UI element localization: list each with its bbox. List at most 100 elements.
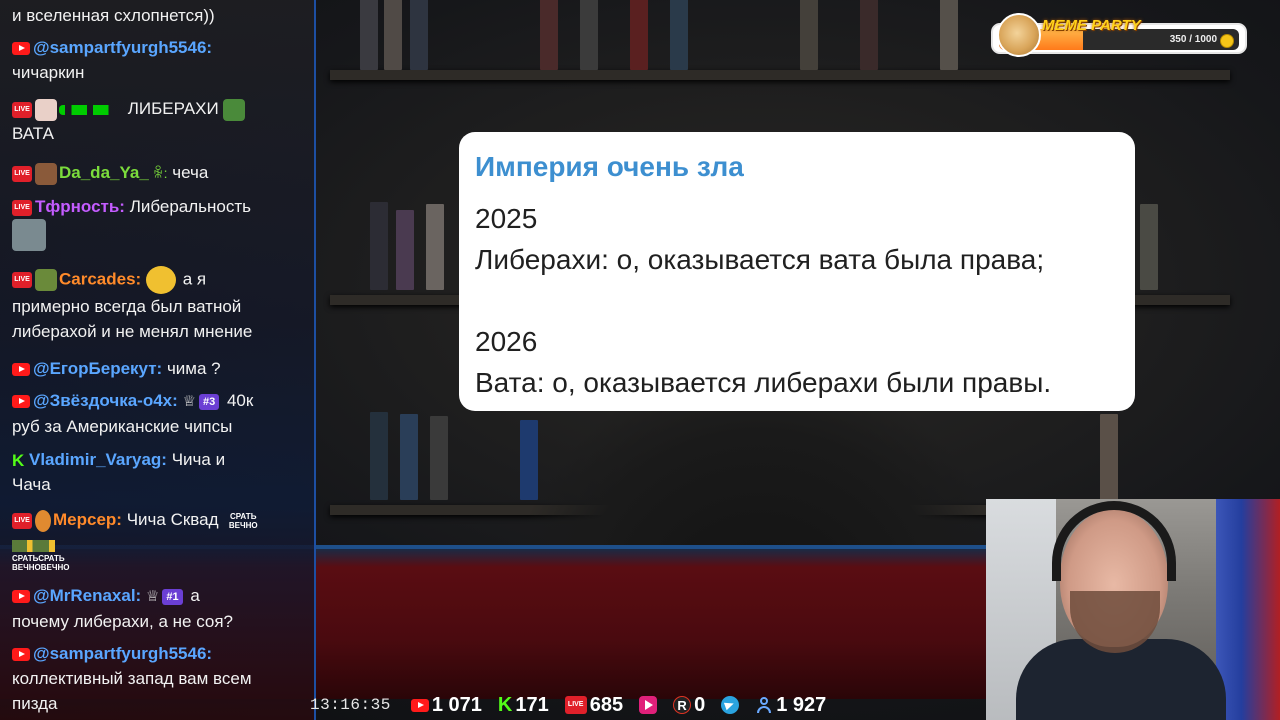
telegram-icon [721, 696, 740, 714]
chat-message: @sampartfyurgh5546: коллективный запад в… [12, 641, 308, 716]
user-icon [755, 696, 773, 714]
stat-kick: K 171 [498, 694, 549, 717]
chat-nick[interactable]: Vladimir_Varyag: [29, 450, 167, 469]
chat-message: LIVE ЛИБЕРАХИ ВАТА [12, 96, 308, 146]
chat-message-text: Чача [12, 475, 51, 494]
emote-icon [12, 219, 46, 251]
vk-live-icon: LIVE [12, 165, 32, 182]
badge-icon: ꆜ: [148, 165, 168, 181]
chat-nick[interactable]: Мерсер: [53, 510, 122, 529]
chat-message-text: чима ? [166, 359, 221, 378]
stream-clock: 13:16:35 [310, 696, 391, 714]
stream-stats-bar: 13:16:35 1 071 K 171 LIVE 685 R 0 1 927 [310, 692, 860, 718]
chat-message: @Звёздочка-о4х: ♕ #3 40к руб за Американс… [12, 388, 308, 439]
vk-live-icon: LIVE [12, 512, 32, 529]
chat-message-text: Чича и [171, 450, 226, 469]
chat-nick[interactable]: @Звёздочка-о4х: [33, 391, 178, 410]
chat-nick[interactable]: Carcades: [59, 269, 141, 288]
emote-icon [59, 104, 121, 115]
emote-srat-vechno: СРАТЬ ВЕЧНО [228, 511, 258, 530]
kick-icon: K [12, 450, 25, 470]
card-title: Империя очень зла [475, 151, 744, 182]
stat-telegram [721, 696, 740, 714]
crown-icon: ♕ [182, 393, 196, 411]
chat-message: LIVE Мерсер: Чича Сквад СРАТЬ ВЕЧНО [12, 507, 308, 532]
bookshelf-board [330, 70, 1230, 80]
stat-youtube: 1 071 [410, 693, 482, 717]
webcam-feed [986, 499, 1280, 720]
emote-icon [35, 269, 57, 291]
card-line: 2026 [475, 326, 538, 357]
meme-party-title: MEME PARTY [1042, 17, 1141, 34]
stat-rumble: R 0 [673, 694, 705, 717]
webcam-flag [1216, 499, 1280, 720]
chat-message-text: коллективный запад вам всем [12, 669, 252, 688]
emote-icon [35, 162, 57, 185]
emote-icon [35, 509, 51, 532]
youtube-icon [12, 395, 30, 409]
chat-panel[interactable]: и вселенная схлопнется)) @sampartfyurgh5… [0, 0, 316, 720]
youtube-icon [12, 42, 30, 56]
rank-badge: #1 [162, 588, 183, 605]
rumble-icon: R [673, 696, 692, 714]
vk-live-icon: LIVE [564, 696, 587, 714]
chat-message-text: ВАТА [12, 124, 54, 143]
youtube-icon [410, 698, 429, 712]
chat-message-text: либерахой и не менял мнение [12, 322, 253, 341]
kick-icon: K [497, 693, 513, 716]
chat-nick[interactable]: @MrRenaxal: [33, 586, 141, 605]
chat-message-text: пизда [12, 694, 58, 713]
vk-live-icon: LIVE [12, 101, 32, 118]
stat-rumble-value: 0 [694, 693, 706, 716]
chat-message: K Vladimir_Varyag: Чича и Чача [12, 447, 308, 497]
meme-party-count: 350 / 1000 [1169, 34, 1217, 45]
chat-nick[interactable]: Da_da_Ya_ [59, 163, 149, 182]
chat-message-text: 40к [226, 391, 254, 410]
meme-party-widget: 350 / 1000 MEME PARTY [991, 13, 1247, 57]
play-icon [639, 696, 658, 714]
chat-message-text: а [190, 586, 200, 605]
vk-live-icon: LIVE [12, 272, 32, 288]
card-line: Либерахи: о, оказывается вата была права… [475, 244, 1045, 275]
chat-message-text: примерно всегда был ватной [12, 297, 242, 316]
chat-nick[interactable]: @sampartfyurgh5546: [33, 38, 212, 57]
stat-vk: LIVE 685 [564, 693, 624, 717]
emote-icon [35, 98, 57, 121]
rank-badge: #3 [198, 393, 220, 410]
stat-vk-value: 685 [589, 693, 624, 716]
youtube-icon [12, 363, 30, 377]
chat-message-text: Либеральность [129, 197, 252, 216]
chat-message: @sampartfyurgh5546: чичаркин [12, 35, 308, 85]
stat-youtube-value: 1 071 [431, 693, 482, 716]
chat-nick[interactable]: @ЕгорБерекут: [33, 359, 162, 378]
chat-message: LIVE Da_da_Ya_ ꆜ: чеча [12, 160, 308, 186]
emote-icon [145, 266, 176, 294]
chat-message: и вселенная схлопнется)) [12, 3, 308, 28]
chat-message: @MrRenaxal: ♕ #1 а почему либерахи, а не … [12, 583, 308, 634]
card-line: Вата: о, оказывается либерахи были правы… [475, 367, 1052, 398]
chat-message-text: чичаркин [12, 63, 85, 82]
chat-message-text: а я [182, 269, 207, 289]
chat-message-text: чеча [172, 163, 209, 182]
chat-nick[interactable]: @sampartfyurgh5546: [33, 644, 212, 663]
chat-message-text: Чича Сквад [126, 510, 219, 529]
chat-message-text: почему либерахи, а не соя? [12, 612, 234, 632]
stat-viewers: 1 927 [755, 694, 826, 717]
quote-card: Империя очень зла 2025 Либерахи: о, оказ… [459, 132, 1135, 411]
chat-message-text: ЛИБЕРАХИ [127, 99, 219, 118]
chat-emote-row: СРАТЬСРАТЬ ВЕЧНОВЕЧНО [12, 540, 308, 577]
doge-icon [997, 13, 1041, 57]
card-line: 2025 [475, 203, 538, 234]
chat-nick[interactable]: Тфрность: [35, 197, 125, 216]
chat-message-text: руб за Американские чипсы [12, 417, 233, 437]
coin-icon [1220, 34, 1234, 48]
stat-play [639, 696, 658, 714]
card-line [475, 280, 1119, 321]
youtube-icon [12, 590, 30, 604]
stat-viewers-value: 1 927 [776, 693, 827, 716]
chat-message-text: и вселенная схлопнется)) [12, 6, 215, 25]
chat-message: @ЕгорБерекут: чима ? [12, 356, 308, 381]
stat-kick-value: 171 [515, 693, 549, 716]
crown-icon: ♕ [145, 588, 160, 606]
youtube-icon [12, 648, 30, 662]
